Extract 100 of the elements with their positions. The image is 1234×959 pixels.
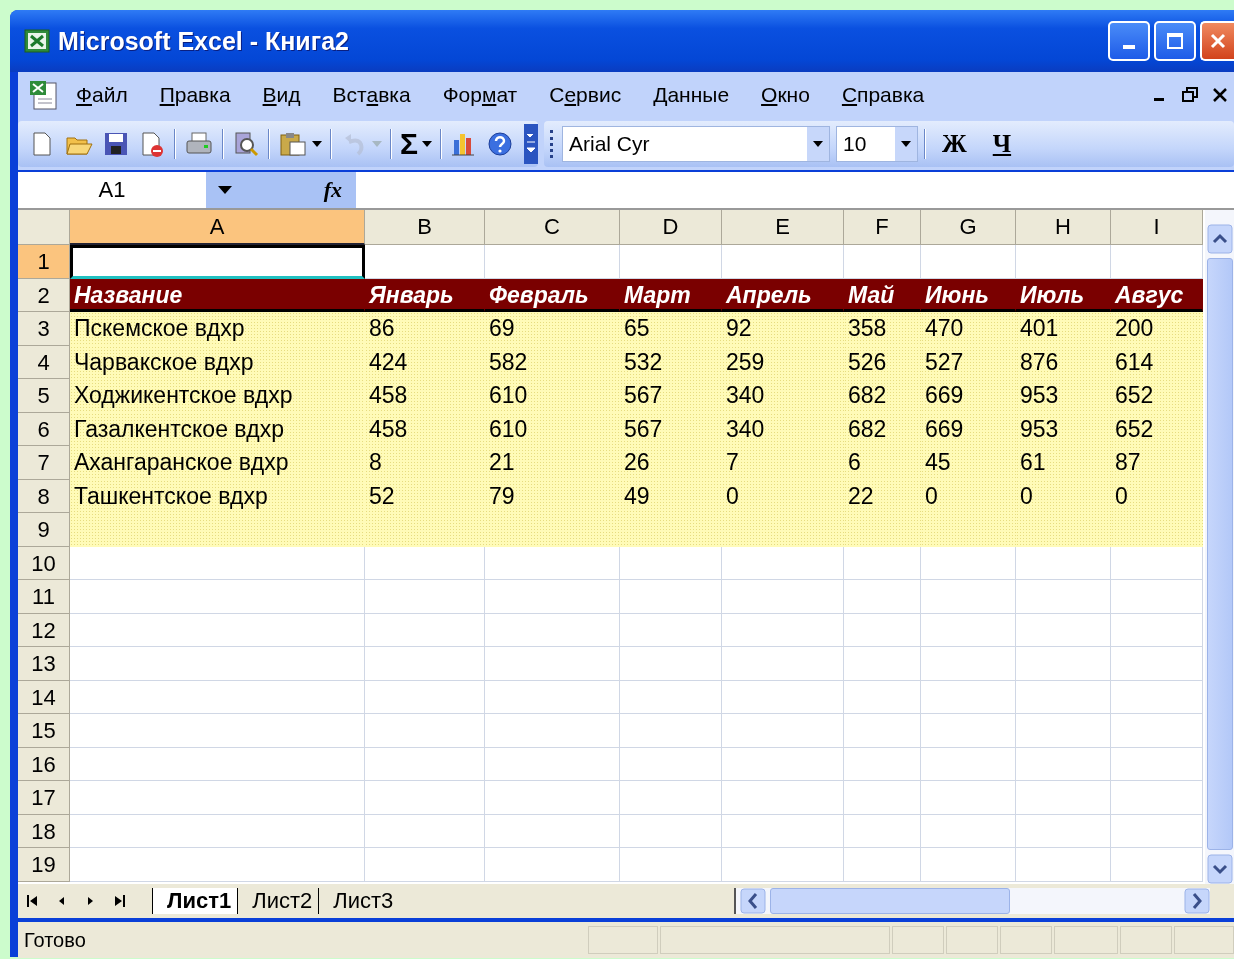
empty-cell[interactable] [485,580,620,614]
row-header[interactable]: 10 [18,546,70,580]
empty-cell[interactable] [1111,245,1203,279]
sheet-tab[interactable]: Лист2 [237,888,319,914]
select-all-corner[interactable] [18,210,70,245]
paste-button[interactable] [278,130,322,158]
empty-cell[interactable] [365,613,485,647]
empty-cell[interactable] [1111,714,1203,748]
empty-cell[interactable] [620,781,722,815]
empty-cell[interactable] [620,814,722,848]
empty-cell[interactable] [921,546,1016,580]
sheet-tab[interactable]: Лист3 [318,888,400,914]
sheet-tab[interactable]: Лист1 [152,888,238,914]
empty-cell[interactable] [722,580,844,614]
scroll-right-icon[interactable] [1184,888,1210,914]
empty-cell[interactable] [844,714,921,748]
scroll-left-icon[interactable] [740,888,766,914]
empty-cell[interactable] [844,647,921,681]
empty-cell[interactable] [485,613,620,647]
empty-cell[interactable] [722,680,844,714]
row-header[interactable]: 7 [18,446,70,480]
menu-item[interactable]: Формат [442,83,518,107]
empty-cell[interactable] [365,814,485,848]
menu-item[interactable]: Правка [159,83,231,107]
empty-cell[interactable] [1016,546,1111,580]
empty-cell[interactable] [1016,781,1111,815]
row-header[interactable]: 17 [18,781,70,815]
scroll-up-icon[interactable] [1206,224,1233,254]
row-header[interactable]: 5 [18,379,70,413]
empty-cell[interactable] [722,781,844,815]
empty-cell[interactable] [620,245,722,279]
menu-item[interactable]: Файл [76,83,128,107]
row-header[interactable]: 3 [18,312,70,346]
menu-item[interactable]: Данные [653,83,730,107]
row-header[interactable]: 9 [18,513,70,547]
help-icon[interactable] [486,130,514,158]
column-header[interactable]: E [722,210,844,245]
horizontal-scrollbar[interactable] [734,888,1210,914]
empty-cell[interactable] [722,714,844,748]
empty-cell[interactable] [485,647,620,681]
empty-cell[interactable] [1111,814,1203,848]
empty-cell[interactable] [365,714,485,748]
empty-cell[interactable] [844,613,921,647]
empty-cell[interactable] [365,680,485,714]
empty-cell[interactable] [844,781,921,815]
empty-cell[interactable] [844,580,921,614]
empty-cell[interactable] [1016,245,1111,279]
empty-cell[interactable] [844,814,921,848]
bold-button[interactable]: Ж [932,130,977,158]
scroll-thumb[interactable] [770,888,1010,914]
empty-cell[interactable] [844,680,921,714]
empty-cell[interactable] [722,848,844,882]
empty-cell[interactable] [921,814,1016,848]
empty-cell[interactable] [485,245,620,279]
row-header[interactable]: 18 [18,814,70,848]
column-header[interactable]: B [365,210,485,245]
restore-icon[interactable] [1180,85,1200,105]
empty-cell[interactable] [485,781,620,815]
column-header[interactable]: A [70,210,365,245]
active-cell[interactable] [70,245,365,279]
empty-cell[interactable] [485,714,620,748]
empty-cell[interactable] [1016,613,1111,647]
empty-cell[interactable] [1111,613,1203,647]
empty-cell[interactable] [921,680,1016,714]
empty-cell[interactable] [365,647,485,681]
empty-cell[interactable] [1111,647,1203,681]
empty-cell[interactable] [365,580,485,614]
empty-cell[interactable] [365,848,485,882]
print-preview-icon[interactable] [232,130,260,158]
empty-cell[interactable] [1016,814,1111,848]
empty-cell[interactable] [921,714,1016,748]
column-header[interactable]: C [485,210,620,245]
font-dropdown[interactable]: Arial Cyr [562,126,830,162]
empty-cell[interactable] [722,613,844,647]
empty-cell[interactable] [722,814,844,848]
empty-cell[interactable] [921,245,1016,279]
empty-cell[interactable] [1016,848,1111,882]
column-header[interactable]: F [844,210,921,245]
column-header[interactable]: H [1016,210,1111,245]
empty-cell[interactable] [1111,781,1203,815]
vertical-scrollbar[interactable] [1205,210,1234,884]
empty-cell[interactable] [620,680,722,714]
row-header[interactable]: 12 [18,613,70,647]
empty-cell[interactable] [620,546,722,580]
row-header[interactable]: 11 [18,580,70,614]
empty-cell[interactable] [365,747,485,781]
menu-item[interactable]: Сервис [549,83,622,107]
autosum-button[interactable]: Σ [400,129,432,159]
empty-cell[interactable] [485,680,620,714]
empty-cell[interactable] [365,781,485,815]
empty-cell[interactable] [1111,580,1203,614]
row-header[interactable]: 2 [18,278,70,312]
empty-cell[interactable] [921,613,1016,647]
column-header[interactable]: G [921,210,1016,245]
empty-cell[interactable] [844,747,921,781]
empty-cell[interactable] [921,747,1016,781]
empty-cell[interactable] [485,546,620,580]
empty-cell[interactable] [485,848,620,882]
empty-cell[interactable] [620,647,722,681]
empty-cell[interactable] [722,546,844,580]
